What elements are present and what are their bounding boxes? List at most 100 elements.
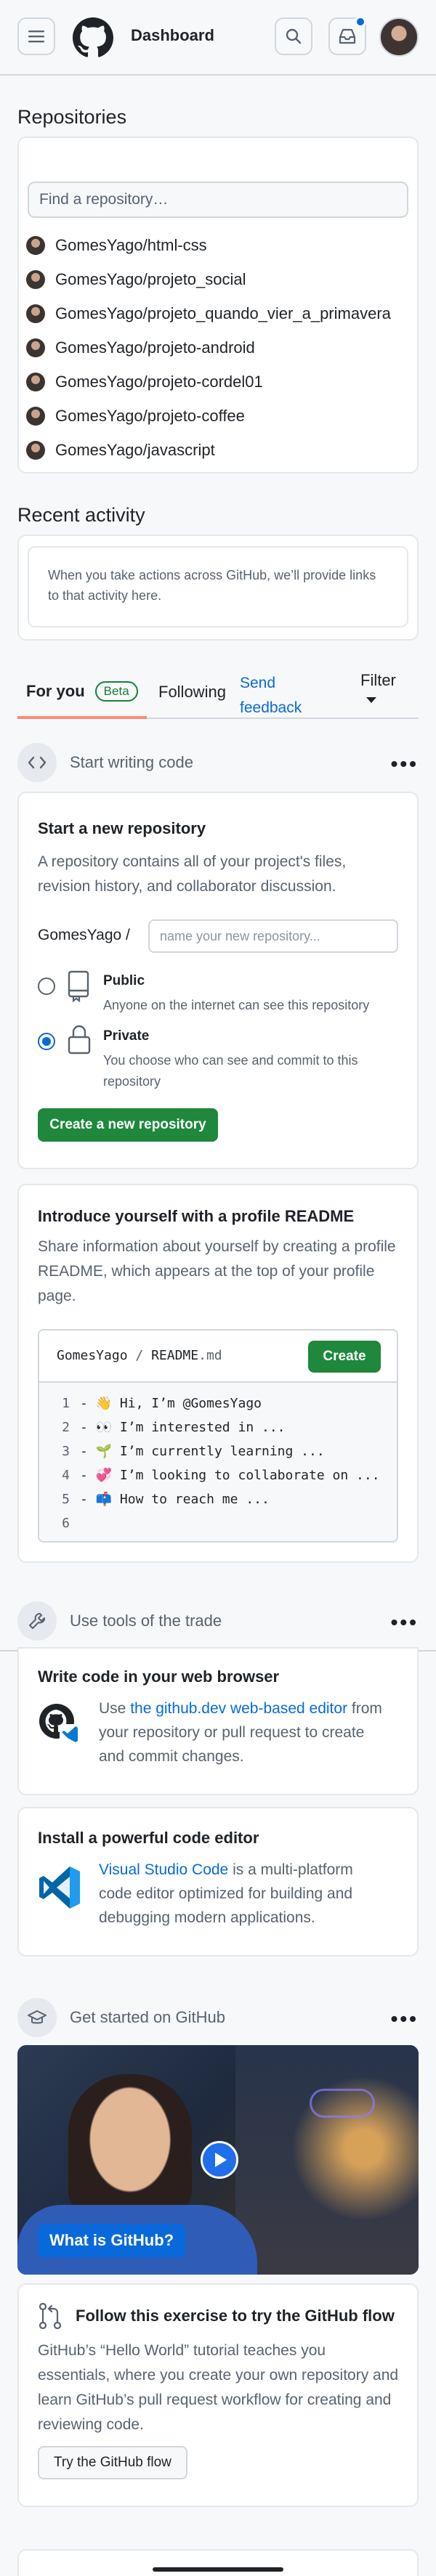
play-icon[interactable] (201, 2141, 238, 2179)
owner-avatar (26, 407, 45, 426)
repository-name: GomesYago/projeto-coffee (55, 407, 245, 425)
vscode-link[interactable]: Visual Studio Code (99, 1861, 228, 1878)
line-number: 3 (62, 1444, 70, 1459)
next-card (17, 2549, 419, 2576)
tab-for-you-label: For you (26, 682, 85, 700)
flow-description: GitHub’s “Hello World” tutorial teaches … (38, 2342, 399, 2433)
repository-item[interactable]: GomesYago/javascript (26, 436, 215, 465)
repositories-title: Repositories (17, 106, 127, 128)
repository-name: GomesYago/projeto-cordel01 (55, 373, 263, 391)
send-feedback-link[interactable]: Send feedback (240, 671, 312, 720)
public-radio[interactable] (38, 978, 55, 995)
line-text: - 🌱 I’m currently learning ... (80, 1444, 325, 1459)
start-writing-section: Start writing code ••• (17, 742, 419, 783)
user-avatar[interactable] (379, 17, 419, 57)
private-radio[interactable] (38, 1033, 55, 1050)
readme-code-line: 1 - 👋 Hi, I’m @GomesYago (39, 1391, 262, 1415)
flow-title: Follow this exercise to try the GitHub f… (76, 2307, 395, 2325)
search-icon (286, 28, 302, 44)
code-icon (17, 743, 57, 782)
lock-icon (68, 1025, 91, 1055)
tab-for-you[interactable]: For you Beta (17, 667, 147, 719)
create-new-repository-button[interactable]: Create a new repository (38, 1108, 218, 1142)
repository-name: GomesYago/projeto-android (55, 338, 255, 357)
inbox-icon (339, 28, 356, 44)
private-description: You choose who can see and commit to thi… (103, 1053, 358, 1089)
new-repo-description: A repository contains all of your projec… (38, 853, 347, 895)
readme-title: Introduce yourself with a profile README (38, 1207, 355, 1225)
repository-item[interactable]: GomesYago/html-css (26, 231, 207, 260)
hamburger-icon (28, 31, 44, 43)
readme-code-line: 3 - 🌱 I’m currently learning ... (39, 1439, 325, 1463)
repository-item[interactable]: GomesYago/projeto-coffee (26, 402, 245, 431)
readme-description: Share information about yourself by crea… (38, 1238, 396, 1304)
presenter-image (68, 2074, 192, 2219)
repository-item[interactable]: GomesYago/projeto-android (26, 333, 255, 362)
get-started-more-options-icon[interactable]: ••• (391, 2007, 419, 2031)
video-label: What is GitHub? (38, 2224, 186, 2257)
home-indicator (153, 2567, 283, 2572)
github-dev-link[interactable]: the github.dev web-based editor (130, 1700, 347, 1717)
repo-icon (68, 970, 89, 1002)
beta-badge: Beta (94, 681, 138, 702)
repo-name-input[interactable]: name your new repository... (148, 919, 398, 953)
vscode-title: Install a powerful code editor (38, 1829, 259, 1847)
create-readme-button[interactable]: Create (308, 1341, 381, 1373)
menu-button[interactable] (17, 17, 55, 55)
line-number: 5 (62, 1492, 70, 1507)
repository-item[interactable]: GomesYago/projeto-cordel01 (26, 367, 263, 397)
owner-avatar (26, 270, 45, 289)
page-title: Dashboard (131, 26, 214, 44)
line-text: - 💞️ I’m looking to collaborate on ... (80, 1468, 380, 1483)
recent-activity-title: Recent activity (17, 504, 145, 526)
start-writing-heading: Start writing code (70, 753, 193, 771)
chevron-down-icon (366, 697, 376, 703)
github-logo-icon[interactable] (73, 17, 113, 58)
web-editor-text: Use the github.dev web-based editor from… (99, 1700, 382, 1765)
repository-name: GomesYago/projeto_quando_vier_a_primaver… (55, 304, 391, 322)
tab-following[interactable]: Following (158, 683, 226, 702)
get-started-heading: Get started on GitHub (70, 2008, 225, 2026)
tools-section: Use tools of the trade ••• (17, 1601, 419, 1641)
private-label: Private (103, 1028, 150, 1044)
repository-search-input[interactable]: Find a repository… (28, 182, 408, 218)
line-text: - 👀 I’m interested in ... (80, 1420, 286, 1435)
line-text: - 👋 Hi, I’m @GomesYago (80, 1396, 262, 1411)
repository-name: GomesYago/html-css (55, 236, 207, 254)
repository-item[interactable]: GomesYago/projeto_quando_vier_a_primaver… (26, 299, 391, 328)
readme-code-line: 4 - 💞️ I’m looking to collaborate on ... (39, 1463, 380, 1487)
readme-code-line: 2 - 👀 I’m interested in ... (39, 1415, 286, 1439)
more-options-icon[interactable]: ••• (391, 752, 419, 776)
repo-owner: GomesYago / (38, 927, 130, 943)
line-number: 1 (62, 1396, 70, 1411)
filter-button[interactable]: Filter (360, 671, 396, 703)
try-github-flow-button[interactable]: Try the GitHub flow (38, 2446, 187, 2479)
readme-preview: GomesYago / README.md Create 1 - 👋 Hi, I’… (38, 1329, 398, 1543)
notification-dot (355, 16, 366, 28)
tools-icon (17, 1601, 57, 1641)
owner-avatar (26, 373, 45, 391)
readme-file-header: GomesYago / README.md Create (39, 1330, 397, 1383)
github-dev-icon (39, 1704, 80, 1744)
search-button[interactable] (275, 17, 312, 55)
repository-name: GomesYago/projeto_social (55, 270, 246, 288)
filter-label: Filter (360, 671, 396, 689)
git-pull-request-icon (39, 2302, 62, 2330)
line-text: - 📫 How to reach me ... (80, 1492, 270, 1507)
repository-item[interactable]: GomesYago/projeto_social (26, 265, 246, 294)
line-number: 2 (62, 1420, 70, 1435)
repository-name: GomesYago/javascript (55, 441, 215, 459)
public-label: Public (103, 973, 145, 988)
tools-more-options-icon[interactable]: ••• (391, 1611, 419, 1634)
new-repo-title: Start a new repository (38, 819, 206, 837)
get-started-section: Get started on GitHub ••• (17, 1997, 419, 2038)
top-header: Dashboard (0, 0, 436, 76)
readme-path: GomesYago / README.md (57, 1348, 222, 1363)
owner-avatar (26, 304, 45, 323)
vscode-text: Visual Studio Code is a multi-platform c… (99, 1861, 353, 1926)
line-number: 6 (62, 1516, 70, 1531)
owner-avatar (26, 236, 45, 255)
recent-activity-empty: When you take actions across GitHub, we’… (48, 568, 376, 603)
owner-avatar (26, 441, 45, 460)
what-is-github-video[interactable]: What is GitHub? (17, 2045, 419, 2275)
